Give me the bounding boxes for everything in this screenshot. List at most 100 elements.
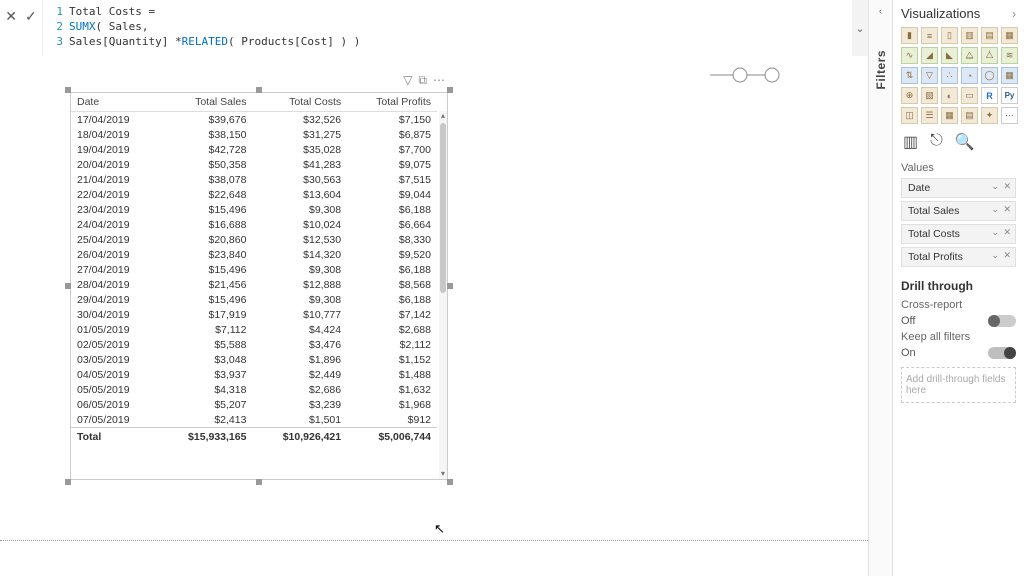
field-well-actions[interactable]: ⌄ ✕ [991, 227, 1012, 238]
table-cell: $1,488 [347, 367, 437, 382]
drill-through-dropzone[interactable]: Add drill-through fields here [901, 367, 1016, 403]
table-row[interactable]: 07/05/2019$2,413$1,501$912 [71, 412, 437, 428]
stacked-bar-icon[interactable]: ▮ [901, 27, 918, 44]
table-cell: 19/04/2019 [71, 142, 158, 157]
filters-pane-collapsed[interactable]: ‹ Filters [868, 0, 892, 576]
area-chart-icon[interactable]: ◢ [921, 47, 938, 64]
r-visual-icon[interactable]: R [981, 87, 998, 104]
vertical-scrollbar[interactable]: ▴ ▾ [439, 111, 447, 479]
field-well[interactable]: Total Costs⌄ ✕ [901, 224, 1016, 244]
table-row[interactable]: 03/05/2019$3,048$1,896$1,152 [71, 352, 437, 367]
table-row[interactable]: 02/05/2019$5,588$3,476$2,112 [71, 337, 437, 352]
more-options-icon[interactable]: ⋯ [433, 73, 445, 88]
table-row[interactable]: 06/05/2019$5,207$3,239$1,968 [71, 397, 437, 412]
table-cell: $12,888 [252, 277, 347, 292]
table-cell: $7,515 [347, 172, 437, 187]
table-row[interactable]: 26/04/2019$23,840$14,320$9,520 [71, 247, 437, 262]
table-row[interactable]: 23/04/2019$15,496$9,308$6,188 [71, 202, 437, 217]
ribbon-chart-icon[interactable]: ≋ [1001, 47, 1018, 64]
table-row[interactable]: 25/04/2019$20,860$12,530$8,330 [71, 232, 437, 247]
gauge-icon[interactable]: ◐ [941, 87, 958, 104]
treemap-icon[interactable]: ▦ [1001, 67, 1018, 84]
matrix-icon[interactable]: ▤ [961, 107, 978, 124]
field-well-actions[interactable]: ⌄ ✕ [991, 250, 1012, 261]
report-canvas[interactable]: ▽ ⧉ ⋯ DateTotal SalesTotal CostsTotal Pr… [0, 56, 868, 540]
table-cell: 02/05/2019 [71, 337, 158, 352]
table-row[interactable]: 18/04/2019$38,150$31,275$6,875 [71, 127, 437, 142]
field-well-actions[interactable]: ⌄ ✕ [991, 181, 1012, 192]
field-well[interactable]: Total Sales⌄ ✕ [901, 201, 1016, 221]
line-chart-icon[interactable]: ∿ [901, 47, 918, 64]
line-clustered-column-icon[interactable]: ⧊ [981, 47, 998, 64]
clustered-bar-icon[interactable]: ≡ [921, 27, 938, 44]
key-influencers-icon[interactable]: ✦ [981, 107, 998, 124]
table-row[interactable]: 17/04/2019$39,676$32,526$7,150 [71, 112, 437, 128]
line-stacked-column-icon[interactable]: ⧋ [961, 47, 978, 64]
analytics-tab-icon[interactable]: 🔍 [955, 132, 975, 152]
table-cell: $12,530 [252, 232, 347, 247]
field-well-actions[interactable]: ⌄ ✕ [991, 204, 1012, 215]
table-row[interactable]: 30/04/2019$17,919$10,777$7,142 [71, 307, 437, 322]
commit-formula-icon[interactable]: ✓ [25, 8, 37, 25]
table-total-row: Total$15,933,165$10,926,421$5,006,744 [71, 428, 437, 445]
table-row[interactable]: 29/04/2019$15,496$9,308$6,188 [71, 292, 437, 307]
stacked-area-icon[interactable]: ◣ [941, 47, 958, 64]
table-cell: $9,308 [252, 262, 347, 277]
filled-map-icon[interactable]: ▧ [921, 87, 938, 104]
table-visual[interactable]: ▽ ⧉ ⋯ DateTotal SalesTotal CostsTotal Pr… [70, 92, 448, 480]
table-row[interactable]: 22/04/2019$22,648$13,604$9,044 [71, 187, 437, 202]
filter-icon[interactable]: ▽ [403, 73, 412, 88]
format-tab-icon[interactable]: ⎋ [930, 132, 943, 152]
pie-chart-icon[interactable]: ◔ [961, 67, 978, 84]
table-row[interactable]: 27/04/2019$15,496$9,308$6,188 [71, 262, 437, 277]
visualizations-pane: Visualizations › ▮ ≡ ▯ ▥ ▤ ▦ ∿ ◢ ◣ ⧋ ⧊ ≋… [892, 0, 1024, 576]
waterfall-icon[interactable]: ⇅ [901, 67, 918, 84]
table-row[interactable]: 21/04/2019$38,078$30,563$7,515 [71, 172, 437, 187]
formula-editor[interactable]: 1Total Costs = 2SUMX( Sales, 3 Sales[Qua… [42, 0, 868, 56]
table-cell: $9,308 [252, 292, 347, 307]
table-row[interactable]: 20/04/2019$50,358$41,283$9,075 [71, 157, 437, 172]
field-well[interactable]: Date⌄ ✕ [901, 178, 1016, 198]
table-cell: $1,152 [347, 352, 437, 367]
kpi-icon[interactable]: ◫ [901, 107, 918, 124]
python-visual-icon[interactable]: Py [1001, 87, 1018, 104]
table-row[interactable]: 05/05/2019$4,318$2,686$1,632 [71, 382, 437, 397]
slicer-icon[interactable]: ☰ [921, 107, 938, 124]
column-header[interactable]: Total Sales [158, 93, 253, 112]
expand-filters-icon[interactable]: ‹ [879, 6, 882, 17]
clustered-column-icon[interactable]: ▥ [961, 27, 978, 44]
table-cell: $3,476 [252, 337, 347, 352]
stacked-column-100-icon[interactable]: ▦ [1001, 27, 1018, 44]
collapse-viz-pane-icon[interactable]: › [1012, 7, 1016, 21]
scroll-up-icon[interactable]: ▴ [439, 111, 447, 121]
scrollbar-thumb[interactable] [440, 123, 446, 293]
scatter-icon[interactable]: ∴ [941, 67, 958, 84]
field-well[interactable]: Total Profits⌄ ✕ [901, 247, 1016, 267]
stacked-column-icon[interactable]: ▯ [941, 27, 958, 44]
keep-filters-toggle[interactable] [988, 347, 1016, 359]
table-row[interactable]: 28/04/2019$21,456$12,888$8,568 [71, 277, 437, 292]
table-cell: 20/04/2019 [71, 157, 158, 172]
fields-tab-icon[interactable]: ▥ [903, 132, 918, 152]
expand-formula-bar-icon[interactable]: ⌄ [852, 0, 868, 56]
table-icon[interactable]: ▦ [941, 107, 958, 124]
table-row[interactable]: 01/05/2019$7,112$4,424$2,688 [71, 322, 437, 337]
table-row[interactable]: 24/04/2019$16,688$10,024$6,664 [71, 217, 437, 232]
table-row[interactable]: 19/04/2019$42,728$35,028$7,700 [71, 142, 437, 157]
column-header[interactable]: Total Profits [347, 93, 437, 112]
cancel-formula-icon[interactable]: ✕ [5, 8, 17, 25]
funnel-icon[interactable]: ▽ [921, 67, 938, 84]
card-icon[interactable]: ▭ [961, 87, 978, 104]
focus-mode-icon[interactable]: ⧉ [418, 73, 427, 88]
stacked-bar-100-icon[interactable]: ▤ [981, 27, 998, 44]
import-visual-icon[interactable]: ⋯ [1001, 107, 1018, 124]
table-cell: $2,686 [252, 382, 347, 397]
column-header[interactable]: Date [71, 93, 158, 112]
cross-report-toggle[interactable] [988, 315, 1016, 327]
column-header[interactable]: Total Costs [252, 93, 347, 112]
map-icon[interactable]: ⊕ [901, 87, 918, 104]
scroll-down-icon[interactable]: ▾ [439, 469, 447, 479]
formula-text: ( Sales, [96, 19, 149, 34]
donut-chart-icon[interactable]: ◯ [981, 67, 998, 84]
table-row[interactable]: 04/05/2019$3,937$2,449$1,488 [71, 367, 437, 382]
